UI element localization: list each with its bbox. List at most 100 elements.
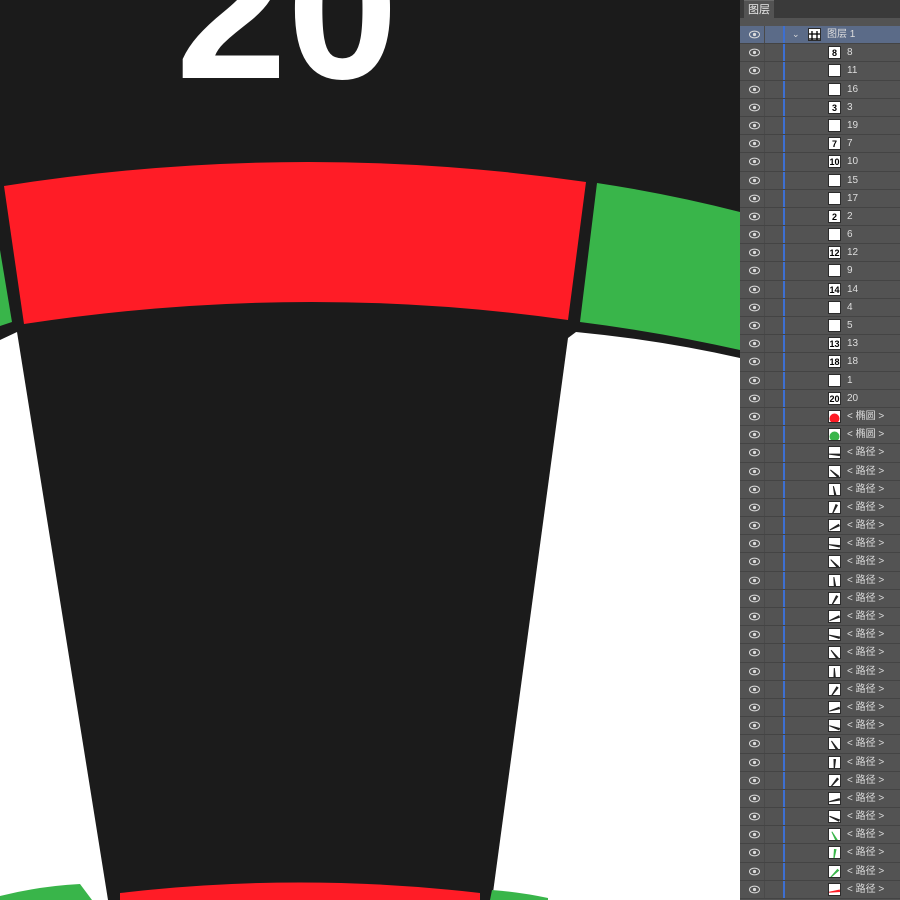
lock-column[interactable] xyxy=(764,280,765,298)
lock-column[interactable] xyxy=(764,62,765,80)
sublayer-row[interactable]: < 路径 > xyxy=(740,480,900,499)
sublayer-row[interactable]: 1 xyxy=(740,371,900,390)
sublayer-row[interactable]: 17 xyxy=(740,189,900,208)
lock-column[interactable] xyxy=(764,535,765,553)
eye-icon[interactable] xyxy=(749,776,760,785)
lock-column[interactable] xyxy=(764,426,765,444)
sublayer-row[interactable]: < 路径 > xyxy=(740,826,900,845)
eye-icon[interactable] xyxy=(749,721,760,730)
lock-column[interactable] xyxy=(764,80,765,98)
sublayer-row[interactable]: 6 xyxy=(740,226,900,245)
eye-icon[interactable] xyxy=(749,212,760,221)
lock-column[interactable] xyxy=(764,226,765,244)
lock-column[interactable] xyxy=(764,680,765,698)
lock-column[interactable] xyxy=(764,662,765,680)
sublayer-row[interactable]: < 路径 > xyxy=(740,644,900,663)
eye-icon[interactable] xyxy=(749,594,760,603)
eye-icon[interactable] xyxy=(749,539,760,548)
sublayer-row[interactable]: 13 13 xyxy=(740,335,900,354)
sublayer-row[interactable]: < 路径 > xyxy=(740,789,900,809)
lock-column[interactable] xyxy=(764,553,765,571)
sublayer-row[interactable]: 11 xyxy=(740,62,900,81)
sublayer-row[interactable]: 33 xyxy=(740,98,900,117)
sublayer-row[interactable]: < 路径 > xyxy=(740,553,900,572)
eye-icon[interactable] xyxy=(749,758,760,767)
sublayer-row[interactable]: < 路径 > xyxy=(740,735,900,754)
eye-icon[interactable] xyxy=(749,394,760,403)
lock-column[interactable] xyxy=(764,262,765,280)
sublayer-row[interactable]: < 路径 > xyxy=(740,444,900,463)
eye-icon[interactable] xyxy=(749,194,760,203)
eye-icon[interactable] xyxy=(749,121,760,130)
chevron-down-icon[interactable]: ⌄ xyxy=(792,28,802,40)
lock-column[interactable] xyxy=(764,862,765,880)
eye-icon[interactable] xyxy=(749,630,760,639)
lock-column[interactable] xyxy=(764,698,765,717)
eye-icon[interactable] xyxy=(749,230,760,239)
sublayer-row[interactable]: < 路径 > xyxy=(740,571,900,590)
eye-icon[interactable] xyxy=(749,521,760,530)
eye-icon[interactable] xyxy=(749,430,760,439)
eye-icon[interactable] xyxy=(749,357,760,366)
lock-column[interactable] xyxy=(764,480,765,498)
eye-icon[interactable] xyxy=(749,667,760,676)
sublayer-row[interactable]: < 路径 > xyxy=(740,498,900,518)
eye-icon[interactable] xyxy=(749,867,760,876)
sublayer-row[interactable]: < 路径 > xyxy=(740,717,900,736)
lock-column[interactable] xyxy=(764,771,765,789)
eye-icon[interactable] xyxy=(749,794,760,803)
eye-icon[interactable] xyxy=(749,339,760,348)
eye-icon[interactable] xyxy=(749,703,760,712)
eye-icon[interactable] xyxy=(749,503,760,512)
sublayer-row[interactable]: 9 xyxy=(740,262,900,281)
sublayer-row[interactable]: 22 xyxy=(740,207,900,227)
lock-column[interactable] xyxy=(764,826,765,844)
sublayer-row[interactable]: 18 18 xyxy=(740,353,900,372)
sublayer-row[interactable]: < 路径 > xyxy=(740,626,900,645)
lock-column[interactable] xyxy=(764,171,765,189)
eye-icon[interactable] xyxy=(749,321,760,330)
eye-icon[interactable] xyxy=(749,176,760,185)
lock-column[interactable] xyxy=(764,44,765,62)
sublayer-row[interactable]: 5 xyxy=(740,317,900,336)
eye-icon[interactable] xyxy=(749,812,760,821)
sublayer-row[interactable]: < 路径 > xyxy=(740,517,900,536)
eye-icon[interactable] xyxy=(749,648,760,657)
layer-row-parent[interactable]: ⌄ 图层 1 xyxy=(740,26,900,45)
eye-icon[interactable] xyxy=(749,830,760,839)
sublayer-row[interactable]: < 路径 > xyxy=(740,862,900,881)
sublayer-row[interactable]: < 路径 > xyxy=(740,808,900,827)
lock-column[interactable] xyxy=(764,444,765,462)
lock-column[interactable] xyxy=(764,626,765,644)
lock-column[interactable] xyxy=(764,298,765,316)
eye-icon[interactable] xyxy=(749,248,760,257)
lock-column[interactable] xyxy=(764,135,765,153)
eye-icon[interactable] xyxy=(749,485,760,494)
eye-icon[interactable] xyxy=(749,285,760,294)
lock-column[interactable] xyxy=(764,98,765,116)
lock-column[interactable] xyxy=(764,717,765,735)
eye-icon[interactable] xyxy=(749,448,760,457)
tab-layers[interactable]: 图层 xyxy=(744,0,774,19)
eye-icon[interactable] xyxy=(749,685,760,694)
lock-column[interactable] xyxy=(764,880,765,898)
eye-icon[interactable] xyxy=(749,467,760,476)
eye-icon[interactable] xyxy=(749,85,760,94)
eye-icon[interactable] xyxy=(749,303,760,312)
sublayer-row[interactable]: < 路径 > xyxy=(740,589,900,608)
sublayer-row[interactable]: 12 12 xyxy=(740,244,900,263)
eye-icon[interactable] xyxy=(749,48,760,57)
eye-icon[interactable] xyxy=(749,157,760,166)
lock-column[interactable] xyxy=(764,571,765,589)
sublayer-row[interactable]: < 路径 > xyxy=(740,680,900,699)
artboard-canvas[interactable]: 20 xyxy=(0,0,740,900)
eye-icon[interactable] xyxy=(749,739,760,748)
lock-column[interactable] xyxy=(764,153,765,171)
eye-icon[interactable] xyxy=(749,848,760,857)
eye-icon[interactable] xyxy=(749,412,760,421)
lock-column[interactable] xyxy=(764,753,765,771)
eye-icon[interactable] xyxy=(749,376,760,385)
sublayer-row[interactable]: 19 xyxy=(740,116,900,136)
lock-column[interactable] xyxy=(764,353,765,371)
lock-column[interactable] xyxy=(764,317,765,335)
